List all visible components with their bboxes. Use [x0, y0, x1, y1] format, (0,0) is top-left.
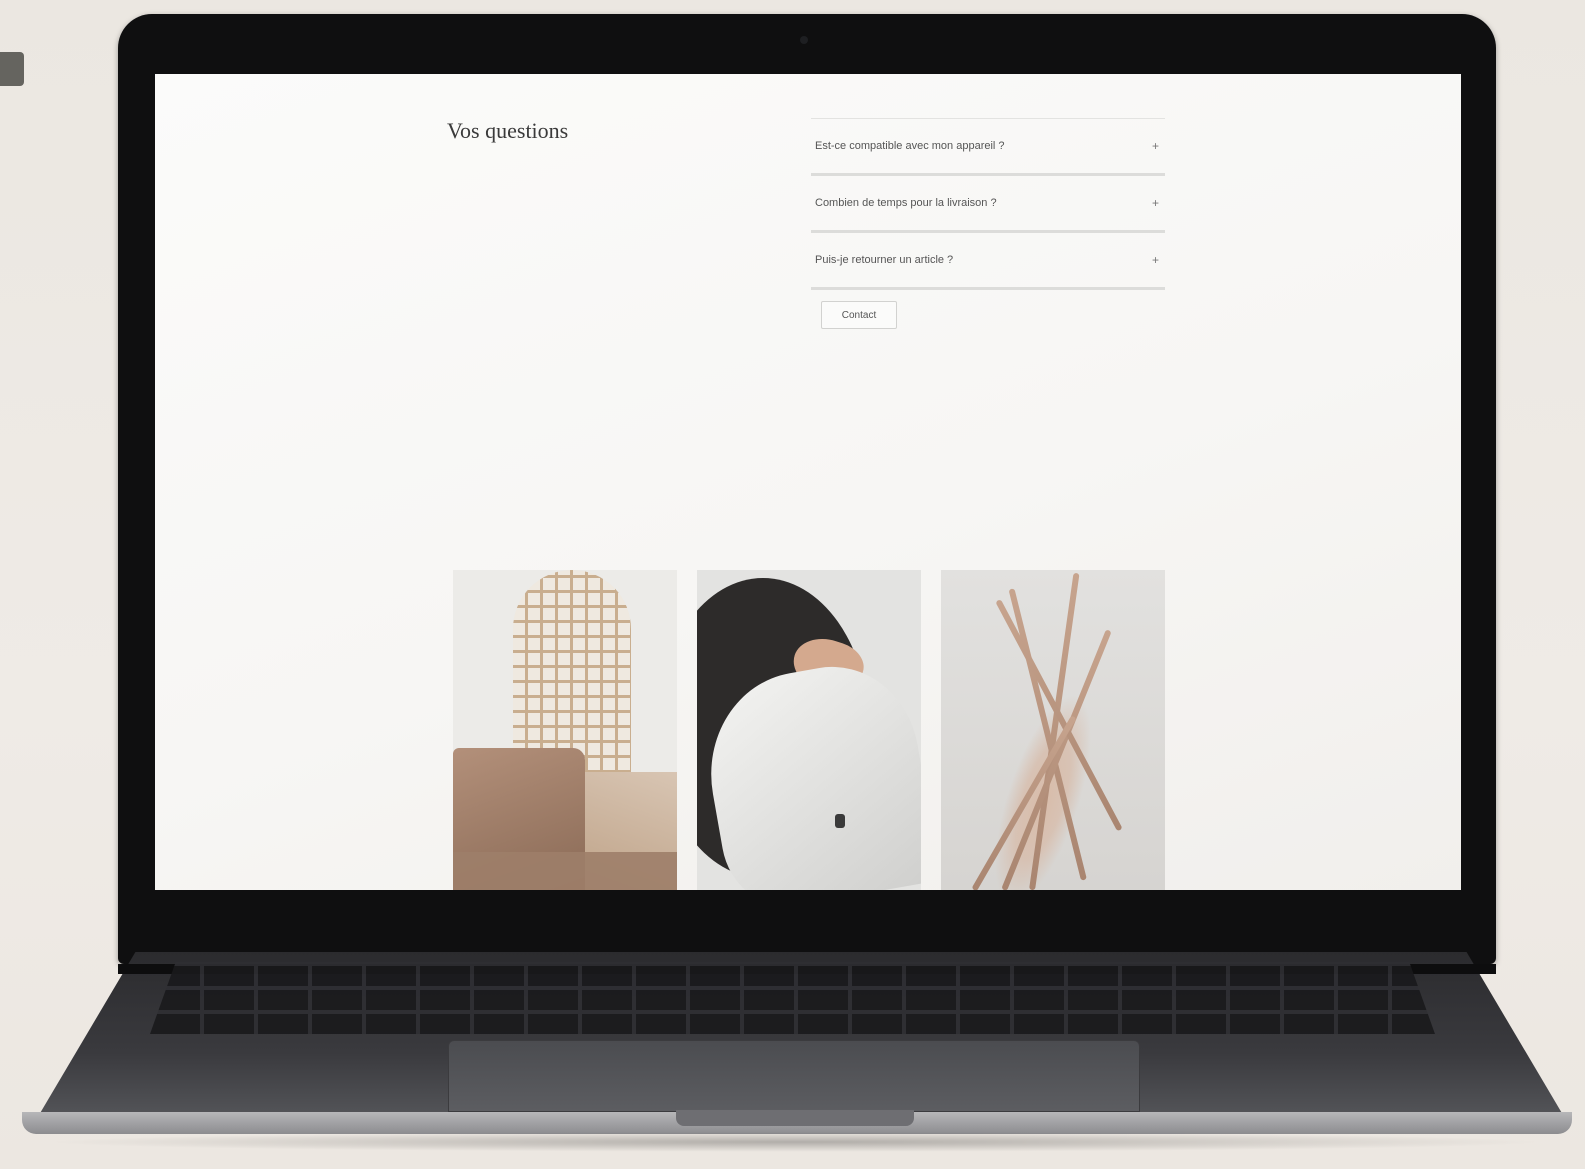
keyboard — [150, 962, 1435, 1034]
faq-question: Puis-je retourner un article ? — [815, 254, 954, 266]
pampas-grass-photo — [941, 570, 1165, 890]
plus-icon[interactable]: + — [1152, 139, 1159, 153]
lid-opening-notch — [676, 1110, 914, 1126]
faq-accordion: Est-ce compatible avec mon appareil ? + … — [811, 118, 1165, 290]
trackpad — [448, 1040, 1140, 1112]
white-cloth-dark-arch-photo — [697, 570, 921, 890]
laptop-lid: Vos questions Est-ce compatible avec mon… — [118, 14, 1496, 964]
contact-button[interactable]: Contact — [821, 301, 897, 329]
plus-icon[interactable]: + — [1152, 196, 1159, 210]
webcam — [800, 36, 808, 44]
photo-gallery — [453, 570, 1167, 890]
laptop-shadow — [40, 1132, 1550, 1152]
background-wall-object — [0, 52, 24, 86]
faq-item-delivery[interactable]: Combien de temps pour la livraison ? + — [811, 176, 1165, 233]
clothing-tag — [835, 814, 845, 828]
faq-title: Vos questions — [447, 118, 569, 143]
faq-question: Est-ce compatible avec mon appareil ? — [815, 140, 1005, 152]
bedding — [453, 852, 677, 890]
laptop-screen: Vos questions Est-ce compatible avec mon… — [155, 74, 1461, 890]
faq-question: Combien de temps pour la livraison ? — [815, 197, 997, 209]
faq-item-returns[interactable]: Puis-je retourner un article ? + — [811, 233, 1165, 290]
faq-item-compatibility[interactable]: Est-ce compatible avec mon appareil ? + — [811, 118, 1165, 176]
plus-icon[interactable]: + — [1152, 253, 1159, 267]
woven-headboard-cushions-photo — [453, 570, 677, 890]
